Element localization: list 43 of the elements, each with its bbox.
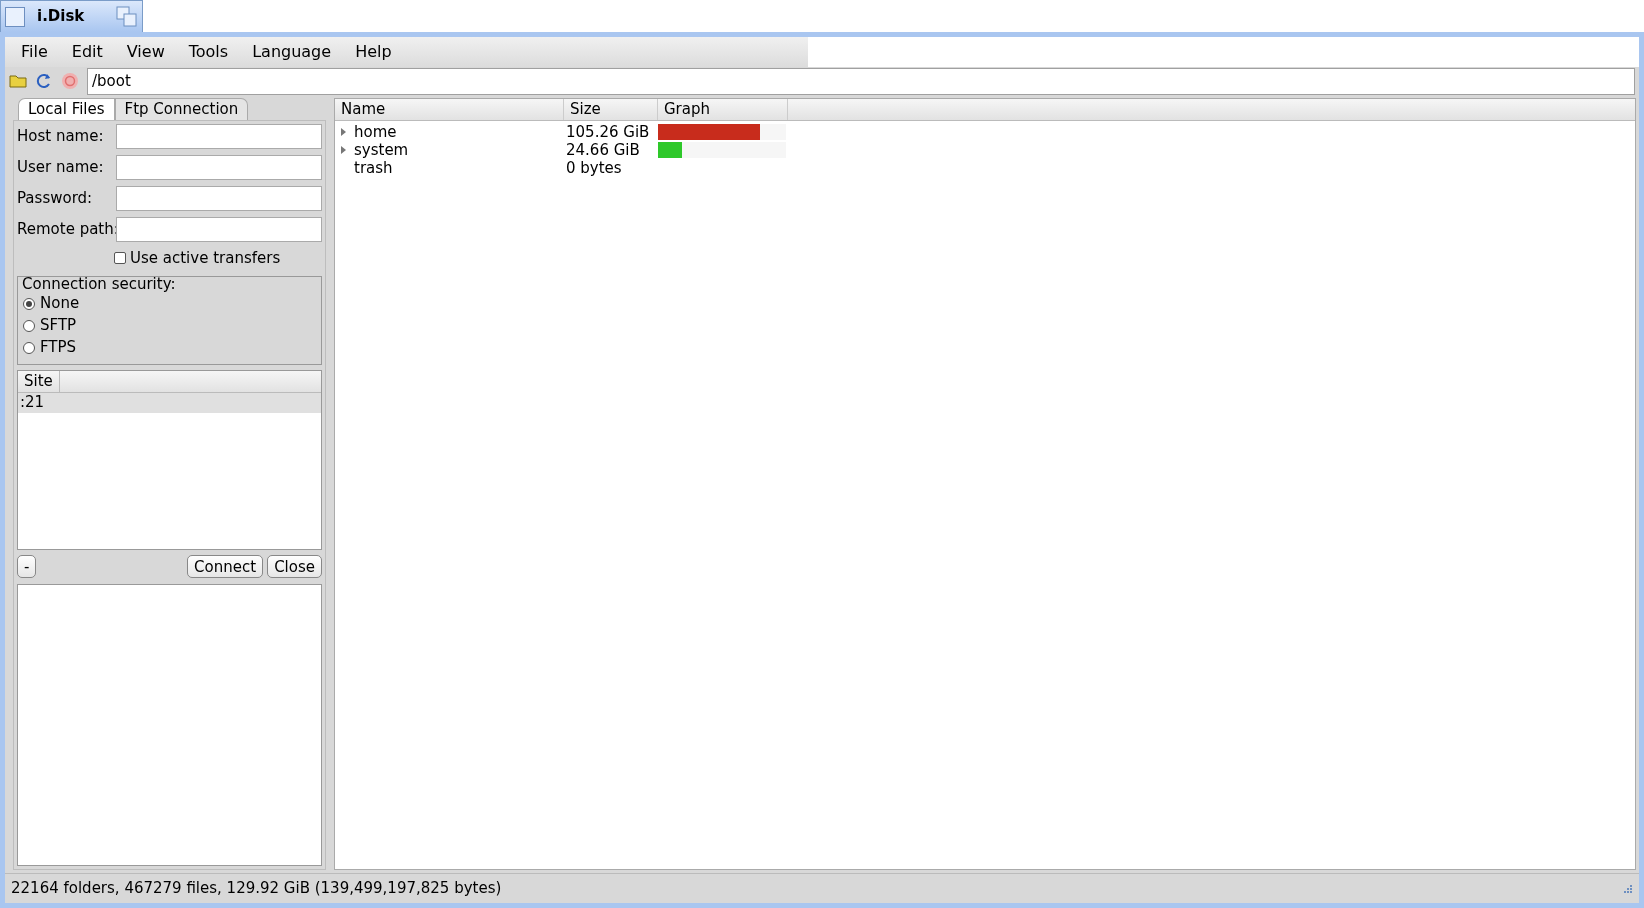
field-label: Host name: — [17, 126, 105, 148]
group-title: Connection security: — [22, 275, 176, 292]
menu-item[interactable]: File — [9, 40, 60, 64]
window-title: i.Disk — [37, 6, 85, 28]
window-icon[interactable] — [5, 6, 25, 27]
input-field[interactable] — [116, 124, 322, 149]
file-name: trash — [354, 158, 393, 179]
input-field[interactable] — [116, 217, 322, 242]
size-text: 105.26 GiB — [566, 122, 650, 141]
menu-item[interactable]: Language — [240, 40, 344, 64]
site-row[interactable]: :21 — [18, 392, 321, 413]
expand-arrow-icon[interactable] — [341, 146, 346, 154]
size-text: 24.66 GiB — [566, 140, 640, 159]
menu-item[interactable]: Help — [343, 40, 404, 64]
status-text: 22164 folders, 467279 files, 129.92 GiB (139,499,197,825 bytes) — [11, 878, 502, 900]
path-field[interactable]: /boot — [87, 67, 1635, 95]
input-field[interactable] — [116, 186, 322, 211]
menu-item[interactable]: Tools — [176, 40, 241, 64]
remove-button[interactable]: - — [17, 555, 37, 578]
expand-arrow-icon[interactable] — [341, 128, 346, 136]
size-text: 0 bytes — [566, 158, 622, 177]
menu-item[interactable]: View — [114, 40, 177, 64]
connect-button[interactable]: Connect — [187, 555, 264, 578]
field-label: Remote path: — [17, 219, 114, 241]
input-field[interactable] — [116, 155, 322, 180]
field-label: Password: — [17, 188, 94, 210]
menu-item[interactable]: Edit — [59, 40, 115, 64]
field-label: User name: — [17, 157, 105, 179]
radio-option[interactable]: SFTP — [23, 314, 316, 337]
column-header[interactable]: Name — [335, 99, 564, 120]
restore-icon[interactable] — [116, 5, 138, 28]
column-header[interactable]: Size — [564, 99, 658, 120]
folder-icon[interactable] — [9, 74, 27, 88]
radio-option[interactable]: FTPS — [23, 336, 316, 359]
column-header[interactable]: Graph — [658, 99, 788, 120]
column-header[interactable]: Site — [18, 370, 60, 392]
tab[interactable]: Local Files — [18, 98, 115, 120]
radio-option[interactable]: None — [23, 292, 316, 315]
stop-icon[interactable] — [61, 72, 79, 90]
close-button[interactable]: Close — [267, 555, 322, 578]
tab[interactable]: Ftp Connection — [114, 98, 249, 120]
refresh-icon[interactable] — [35, 72, 53, 90]
active-transfers-checkbox[interactable]: Use active transfers — [114, 247, 281, 270]
